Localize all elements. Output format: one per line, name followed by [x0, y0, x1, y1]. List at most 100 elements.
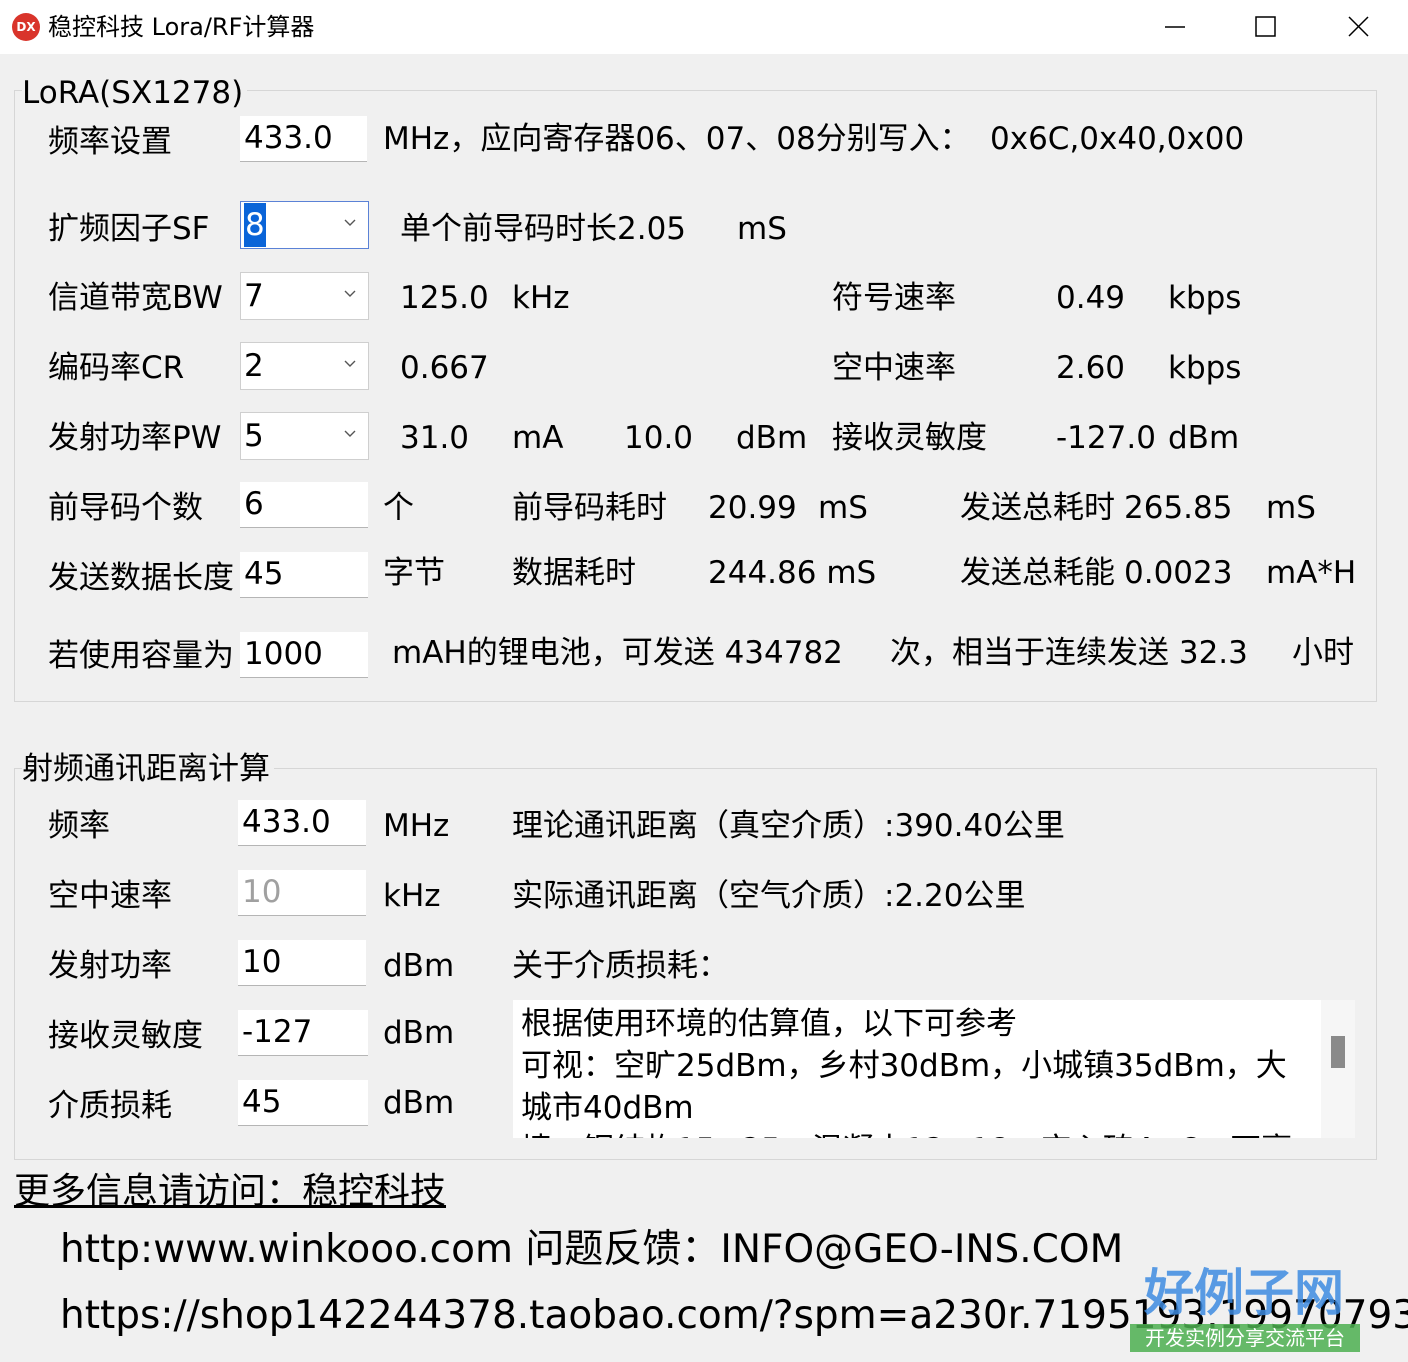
memo-line-3: 墙：钢结构15~25，混凝土12~18，空心砖4~6，石膏	[521, 1129, 1311, 1138]
cr-ratio: 0.667	[400, 350, 489, 386]
logo-main-text: 好例子网	[1143, 1264, 1344, 1322]
rf-freq-unit: MHz	[383, 808, 450, 844]
lora-freq-regs: 0x6C,0x40,0x00	[990, 121, 1245, 157]
lora-freq-hint: MHz，应向寄存器06、07、08分别写入：	[383, 121, 971, 157]
air-rate-label: 空中速率	[832, 350, 956, 386]
chevron-down-icon	[344, 219, 356, 226]
battery-text-2: 次，相当于连续发送 32.3	[890, 635, 1248, 671]
rf-air-rate-unit: kHz	[383, 878, 441, 914]
rf-tx-power-unit: dBm	[383, 948, 455, 984]
minimize-icon	[1165, 26, 1185, 28]
pw-label: 发射功率PW	[48, 420, 222, 456]
memo-scrollbar[interactable]	[1321, 1000, 1355, 1138]
close-icon	[1348, 16, 1369, 37]
actual-distance: 实际通讯距离（空气介质）:2.20公里	[512, 878, 1026, 914]
battery-text-1: mAH的锂电池，可发送 434782	[392, 635, 843, 671]
sf-select[interactable]: 8	[240, 201, 369, 249]
more-info-link[interactable]: 更多信息请访问：稳控科技	[14, 1170, 446, 1214]
total-time-unit: mS	[1266, 490, 1316, 526]
bw-select[interactable]: 7	[240, 272, 369, 320]
pw-current: 31.0	[400, 420, 470, 456]
total-time-value: 265.85	[1124, 490, 1233, 526]
pw-select-value: 5	[244, 418, 264, 454]
preamble-count-unit: 个	[383, 490, 414, 526]
preamble-symbol-unit: mS	[737, 211, 787, 247]
haolizi-logo: 好例子网 开发实例分享交流平台	[1130, 1264, 1360, 1352]
medium-about-label: 关于介质损耗：	[512, 948, 729, 984]
rf-tx-power-label: 发射功率	[48, 948, 172, 984]
cr-select-value: 2	[244, 348, 264, 384]
sens-unit: dBm	[1168, 420, 1240, 456]
lora-group	[14, 90, 1377, 702]
maximize-button[interactable]	[1220, 0, 1312, 54]
preamble-symbol-time: 单个前导码时长2.05	[400, 211, 687, 247]
sf-label: 扩频因子SF	[48, 211, 210, 247]
symbol-rate-value: 0.49	[1056, 280, 1126, 316]
air-rate-unit: kbps	[1168, 350, 1242, 386]
rf-loss-input[interactable]: 45	[238, 1080, 368, 1126]
preamble-time-value: 20.99	[708, 490, 797, 526]
rf-freq-input[interactable]: 433.0	[238, 800, 366, 846]
memo-line-2: 可视：空旷25dBm，乡村30dBm，小城镇35dBm，大城市40dBm	[521, 1048, 1287, 1126]
title-bar: DX 稳控科技 Lora/RF计算器	[0, 0, 1408, 54]
battery-text-3: 小时	[1292, 635, 1354, 671]
symbol-rate-unit: kbps	[1168, 280, 1242, 316]
close-button[interactable]	[1312, 0, 1404, 54]
payload-unit: 字节	[383, 555, 445, 591]
pw-dbm-unit: dBm	[736, 420, 808, 456]
sf-select-value: 8	[244, 203, 266, 247]
memo-text: 根据使用环境的估算值，以下可参考 可视：空旷25dBm，乡村30dBm，小城镇3…	[521, 1003, 1311, 1138]
air-rate-value: 2.60	[1056, 350, 1126, 386]
lora-freq-label: 频率设置	[48, 124, 172, 160]
rf-loss-label: 介质损耗	[48, 1088, 172, 1124]
chevron-down-icon	[344, 360, 356, 367]
total-energy-unit: mA*H	[1266, 555, 1357, 591]
battery-input[interactable]: 1000	[240, 632, 368, 678]
payload-input[interactable]: 45	[240, 552, 368, 598]
bw-khz: 125.0	[400, 280, 489, 316]
cr-select[interactable]: 2	[240, 342, 369, 390]
medium-loss-memo[interactable]: 根据使用环境的估算值，以下可参考 可视：空旷25dBm，乡村30dBm，小城镇3…	[513, 1000, 1355, 1138]
bw-label: 信道带宽BW	[48, 280, 223, 316]
data-time-value: 244.86 mS	[708, 555, 877, 591]
minimize-button[interactable]	[1128, 0, 1220, 54]
cr-label: 编码率CR	[48, 350, 185, 386]
pw-select[interactable]: 5	[240, 412, 369, 460]
bw-select-value: 7	[244, 278, 264, 314]
rf-tx-power-input[interactable]: 10	[238, 940, 366, 986]
sens-label: 接收灵敏度	[832, 420, 987, 456]
rf-sens-input[interactable]: -127	[238, 1010, 368, 1056]
window-title: 稳控科技 Lora/RF计算器	[48, 13, 315, 41]
lora-freq-input[interactable]: 433.0	[240, 116, 367, 162]
rf-sens-unit: dBm	[383, 1015, 455, 1051]
total-energy-label: 发送总耗能	[960, 555, 1115, 591]
maximize-icon	[1255, 16, 1276, 37]
bw-unit: kHz	[512, 280, 570, 316]
memo-line-1: 根据使用环境的估算值，以下可参考	[521, 1006, 1017, 1042]
pw-current-unit: mA	[512, 420, 564, 456]
memo-scroll-thumb[interactable]	[1331, 1036, 1345, 1068]
total-energy-value: 0.0023	[1124, 555, 1233, 591]
pw-dbm: 10.0	[624, 420, 694, 456]
symbol-rate-label: 符号速率	[832, 280, 956, 316]
rf-sens-label: 接收灵敏度	[48, 1018, 203, 1054]
preamble-count-input[interactable]: 6	[240, 482, 368, 528]
preamble-time-label: 前导码耗时	[512, 490, 667, 526]
chevron-down-icon	[344, 290, 356, 297]
rf-air-rate-label: 空中速率	[48, 878, 172, 914]
footer-line-1: http:www.winkooo.com 问题反馈：INFO@GEO-INS.C…	[60, 1227, 1124, 1272]
logo-sub-text: 开发实例分享交流平台	[1145, 1326, 1345, 1350]
app-icon: DX	[12, 13, 40, 41]
preamble-count-label: 前导码个数	[48, 490, 203, 526]
theory-distance: 理论通讯距离（真空介质）:390.40公里	[512, 808, 1065, 844]
rf-group-title: 射频通讯距离计算	[22, 749, 274, 789]
battery-label: 若使用容量为	[48, 638, 234, 674]
total-time-label: 发送总耗时	[960, 490, 1115, 526]
rf-air-rate-input[interactable]: 10	[238, 870, 366, 916]
chevron-down-icon	[344, 430, 356, 437]
payload-label: 发送数据长度	[48, 560, 234, 596]
preamble-time-unit: mS	[818, 490, 868, 526]
rf-freq-label: 频率	[48, 808, 110, 844]
rf-loss-unit: dBm	[383, 1085, 455, 1121]
sens-value: -127.0	[1056, 420, 1156, 456]
